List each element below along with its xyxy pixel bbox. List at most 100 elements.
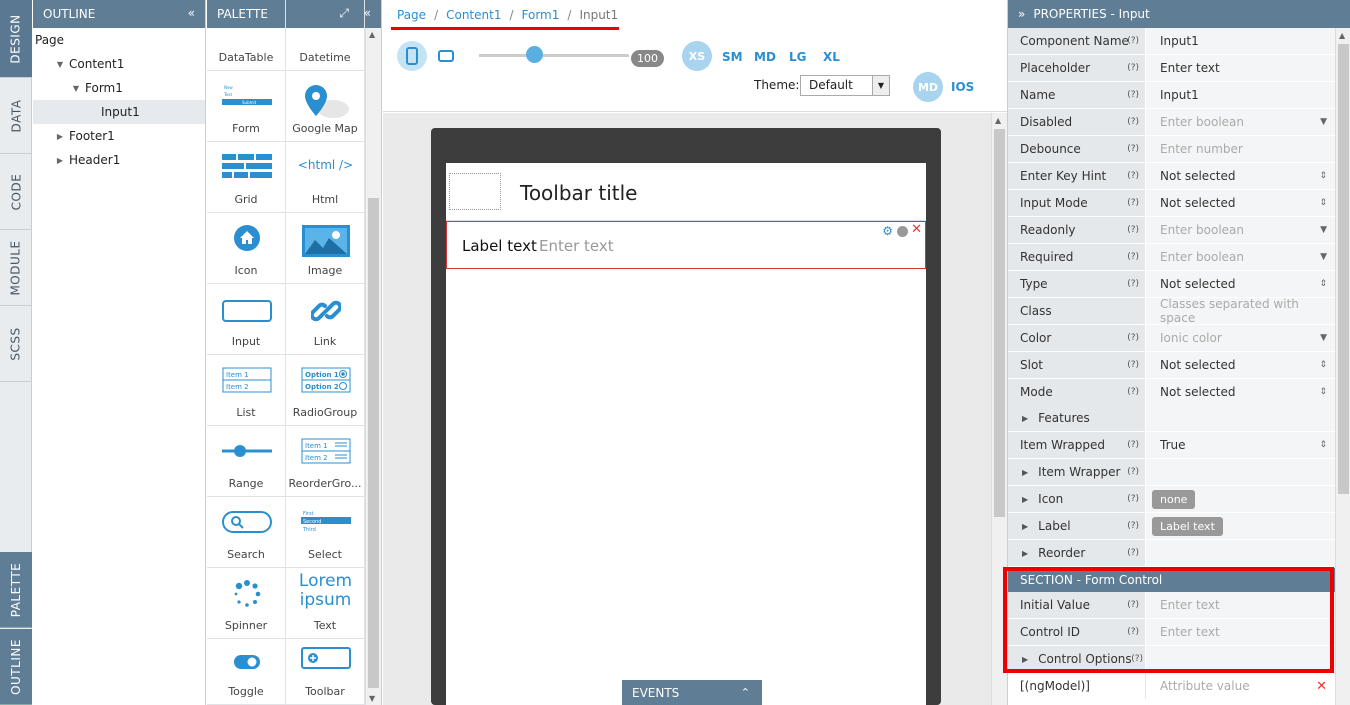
toolbar-buttons-placeholder[interactable] xyxy=(449,173,501,210)
tab-palette[interactable]: PALETTE xyxy=(0,552,32,628)
help-icon[interactable]: (?) xyxy=(1131,654,1143,664)
palette-item-toggle[interactable]: Toggle xyxy=(207,639,286,705)
palette-item-link[interactable]: Link xyxy=(286,284,365,355)
palette-item-form[interactable]: New Text Submit Form xyxy=(207,71,286,142)
expand-right-icon[interactable]: ▶ xyxy=(55,132,65,141)
prop-row-readonly[interactable]: Readonly (?) Enter boolean ▼ xyxy=(1008,217,1335,244)
phone-landscape-icon[interactable] xyxy=(438,50,454,65)
mode-ios[interactable]: IOS xyxy=(951,80,974,94)
prop-value-input[interactable]: Enter boolean ▼ xyxy=(1145,217,1335,243)
palette-item-reordergroup[interactable]: Item 1 Item 2 ReorderGro... xyxy=(286,426,365,497)
prop-row-class[interactable]: Class Classes separated with space xyxy=(1008,297,1335,325)
prop-row-debounce[interactable]: Debounce (?) Enter number xyxy=(1008,136,1335,163)
tree-item-footer1[interactable]: ▶ Footer1 xyxy=(33,124,205,148)
breakpoint-md[interactable]: MD xyxy=(754,50,776,64)
prop-value-input[interactable]: Not selected ⇕ xyxy=(1145,271,1335,297)
preview-input-placeholder[interactable]: Enter text xyxy=(539,237,614,255)
palette-scrollbar[interactable]: ▲ ▼ xyxy=(365,28,381,705)
prop-initial-value[interactable]: Initial Value (?) Enter text xyxy=(1008,592,1335,619)
tree-item-form1[interactable]: ▼ Form1 xyxy=(33,76,205,100)
tree-item-input1[interactable]: Input1 xyxy=(33,100,205,124)
prop-item-wrapped[interactable]: Item Wrapped (?) True ⇕ xyxy=(1008,432,1335,459)
prop-icon[interactable]: ▶ Icon (?) none xyxy=(1008,486,1335,513)
tree-item-page[interactable]: Page xyxy=(33,28,205,52)
prop-row-name[interactable]: Name (?) Input1 xyxy=(1008,82,1335,109)
help-icon[interactable]: (?) xyxy=(1127,171,1139,181)
close-icon[interactable]: ✕ xyxy=(911,222,922,237)
section-form-control[interactable]: SECTION - Form Control xyxy=(1008,568,1335,592)
prop-row-type[interactable]: Type (?) Not selected ⇕ xyxy=(1008,271,1335,298)
prop-value-input[interactable]: Enter number xyxy=(1145,136,1335,162)
gear-icon[interactable]: ⚙ xyxy=(882,224,893,238)
scroll-up-icon[interactable]: ▲ xyxy=(995,116,1001,125)
help-icon[interactable]: (?) xyxy=(1127,548,1139,558)
prop-row-disabled[interactable]: Disabled (?) Enter boolean ▼ xyxy=(1008,109,1335,136)
events-panel-toggle[interactable]: EVENTS ⌃ xyxy=(622,680,762,705)
breakpoint-xs[interactable]: XS xyxy=(682,41,712,71)
breakpoint-xl[interactable]: XL xyxy=(823,50,840,64)
prop-value-input[interactable]: Ionic color ▼ xyxy=(1145,325,1335,351)
help-icon[interactable]: (?) xyxy=(1127,63,1139,73)
scroll-up-icon[interactable]: ▲ xyxy=(369,30,375,39)
prop-control-id[interactable]: Control ID (?) Enter text xyxy=(1008,619,1335,646)
tab-scss[interactable]: SCSS xyxy=(0,306,32,382)
palette-scroll-thumb[interactable] xyxy=(368,198,379,688)
prop-value-input[interactable]: Enter text xyxy=(1145,55,1335,81)
palette-item-icon[interactable]: Icon xyxy=(207,213,286,284)
prop-value-input[interactable]: Input1 xyxy=(1145,28,1335,54)
help-icon[interactable]: (?) xyxy=(1127,198,1139,208)
prop-ngmodel[interactable]: [(ngModel)] Attribute value ✕ xyxy=(1008,673,1335,700)
prop-value-input[interactable]: Classes separated with space xyxy=(1145,297,1335,325)
prop-value-input[interactable]: Not selected ⇕ xyxy=(1145,379,1335,405)
prop-row-placeholder[interactable]: Placeholder (?) Enter text xyxy=(1008,55,1335,82)
tab-code[interactable]: CODE xyxy=(0,154,32,230)
canvas-scroll-thumb[interactable] xyxy=(994,129,1005,517)
help-icon[interactable]: (?) xyxy=(1127,360,1139,370)
help-icon[interactable]: (?) xyxy=(1127,36,1139,46)
zoom-slider-handle[interactable] xyxy=(526,46,543,63)
prop-row-component-name[interactable]: Component Name (?) Input1 xyxy=(1008,28,1335,55)
tab-outline[interactable]: OUTLINE xyxy=(0,629,32,705)
close-icon[interactable]: ✕ xyxy=(1316,679,1327,694)
palette-item-input[interactable]: Input xyxy=(207,284,286,355)
canvas-scrollbar[interactable]: ▲ xyxy=(991,113,1007,705)
breakpoint-sm[interactable]: SM xyxy=(722,50,743,64)
prop-value-input[interactable]: Input1 xyxy=(1145,82,1335,108)
scroll-down-icon[interactable]: ▼ xyxy=(369,694,375,703)
prop-value-input[interactable]: Enter boolean ▼ xyxy=(1145,244,1335,270)
prop-value-input[interactable]: Enter text xyxy=(1145,592,1335,618)
label-value-badge[interactable]: Label text xyxy=(1152,516,1223,536)
prop-value-input[interactable]: Not selected ⇕ xyxy=(1145,352,1335,378)
prop-value-input[interactable]: Not selected ⇕ xyxy=(1145,163,1335,189)
theme-select[interactable]: Default ▼ xyxy=(800,75,890,96)
prop-value-input[interactable]: Attribute value ✕ xyxy=(1145,673,1335,699)
help-icon[interactable]: (?) xyxy=(1127,90,1139,100)
tree-item-content1[interactable]: ▼ Content1 xyxy=(33,52,205,76)
icon-value-badge[interactable]: none xyxy=(1152,489,1196,509)
palette-item-grid[interactable]: Grid xyxy=(207,142,286,213)
prop-label-row[interactable]: ▶ Label (?) Label text xyxy=(1008,513,1335,540)
palette-item-select[interactable]: First Second Third Select xyxy=(286,497,365,568)
palette-item-spinner[interactable]: Spinner xyxy=(207,568,286,639)
palette-item-toolbar[interactable]: Toolbar xyxy=(286,639,365,705)
prop-value-input[interactable]: Enter text xyxy=(1145,619,1335,645)
properties-scroll-thumb[interactable] xyxy=(1338,44,1349,494)
help-icon[interactable]: (?) xyxy=(1127,627,1139,637)
expand-down-icon[interactable]: ▼ xyxy=(71,84,81,93)
prop-row-required[interactable]: Required (?) Enter boolean ▼ xyxy=(1008,244,1335,271)
help-icon[interactable]: (?) xyxy=(1127,387,1139,397)
help-icon[interactable]: (?) xyxy=(1127,467,1139,477)
prop-features[interactable]: ▶ Features xyxy=(1008,405,1335,432)
collapse-icon[interactable]: « xyxy=(188,6,195,20)
prop-row-mode[interactable]: Mode (?) Not selected ⇕ xyxy=(1008,379,1335,406)
palette-item-image[interactable]: Image xyxy=(286,213,365,284)
prop-value[interactable]: True ⇕ xyxy=(1145,432,1335,458)
palette-item-text[interactable]: Lorem ipsum Text xyxy=(286,568,365,639)
palette-item-radiogroup[interactable]: Option 1 Option 2 RadioGroup xyxy=(286,355,365,426)
help-icon[interactable]: (?) xyxy=(1127,333,1139,343)
help-icon[interactable]: (?) xyxy=(1127,279,1139,289)
tab-data[interactable]: DATA xyxy=(0,78,32,154)
prop-row-slot[interactable]: Slot (?) Not selected ⇕ xyxy=(1008,352,1335,379)
prop-control-options[interactable]: ▶ Control Options (?) xyxy=(1008,646,1335,673)
palette-item-range[interactable]: Range xyxy=(207,426,286,497)
